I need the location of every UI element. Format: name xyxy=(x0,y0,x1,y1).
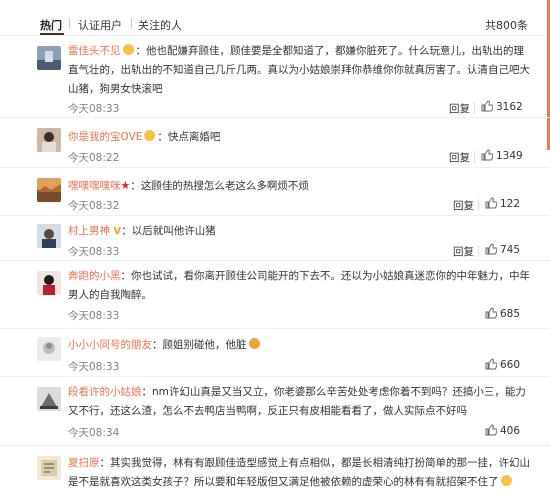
comment-text: 夏扫原：其实我觉得，林有有跟顾佳造型感觉上有点相似，都是长相清纯打扮简单的那一挂… xyxy=(68,454,530,492)
comment-time: 今天08:32 xyxy=(68,200,120,212)
like-button[interactable]: 3162 xyxy=(481,100,523,113)
tab-divider xyxy=(69,18,70,29)
comment-item: 雷佳头不见 ：他也配嫌弃顾佳，顾佳要是全都知道了，都嫌你脏死了。什么玩意儿，出轨出… xyxy=(0,36,550,118)
comment-username[interactable]: 村上男神 xyxy=(68,225,110,237)
comment-text: 雷佳头不见 ：他也配嫌弃顾佳，顾佳要是全都知道了，都嫌你脏死了。什么玩意儿，出轨出… xyxy=(68,42,530,99)
like-count: 406 xyxy=(500,425,521,437)
thumbs-up-icon xyxy=(485,243,498,255)
like-button[interactable]: 1349 xyxy=(481,149,523,162)
comment-item: 段看许的小姑娘：nm许幻山真是又当又立，你老婆那么辛苦处处考虑你着不到吗？还搞小… xyxy=(0,377,550,446)
comment-username[interactable]: 雷佳头不见 xyxy=(68,45,121,57)
like-button[interactable]: 406 xyxy=(485,424,520,437)
comment-list: 雷佳头不见 ：他也配嫌弃顾佳，顾佳要是全都知道了，都嫌你脏死了。什么玩意儿，出轨出… xyxy=(0,36,550,503)
tab-divider xyxy=(131,18,132,29)
comment-body: ：你也试试，看你离开顾佳公司能开的下去不。还以为小姑娘真迷恋你的中年魅力，中年男… xyxy=(68,270,530,301)
tab-following[interactable]: 关注的人 xyxy=(138,17,182,33)
smile-emoji-icon xyxy=(144,130,156,141)
comment-username[interactable]: 奔跑的小黑 xyxy=(68,270,121,282)
reply-button[interactable]: 回复 xyxy=(453,198,474,213)
like-count: 122 xyxy=(500,198,521,210)
comment-item: 夏扫原：其实我觉得，林有有跟顾佳造型感觉上有点相似，都是长相清纯打扮简单的那一挂… xyxy=(0,446,550,503)
comment-time: 今天08:33 xyxy=(68,361,120,373)
thumbs-up-icon xyxy=(485,424,498,436)
smile-emoji-icon xyxy=(500,475,512,486)
avatar[interactable] xyxy=(37,128,61,152)
comment-time: 今天08:22 xyxy=(68,152,120,164)
comment-username[interactable]: 夏扫原 xyxy=(68,457,100,469)
comment-time: 今天08:33 xyxy=(68,246,120,258)
like-button[interactable]: 660 xyxy=(485,358,520,371)
comment-body: ：他也配嫌弃顾佳，顾佳要是全都知道了，都嫌你脏死了。什么玩意儿，出轨出的理直气壮… xyxy=(68,45,530,95)
comment-username[interactable]: 你是我的宝OVE xyxy=(68,131,142,143)
comment-body: ：其实我觉得，林有有跟顾佳造型感觉上有点相似，都是长相清纯打扮简单的那一挂，许幻… xyxy=(68,457,530,488)
like-button[interactable]: 745 xyxy=(485,243,520,256)
comment-text: 村上男神 V：以后就叫他许山猪 xyxy=(68,222,530,241)
total-count: 共800条 xyxy=(485,19,528,32)
comment-text: 奔跑的小黑：你也试试，看你离开顾佳公司能开的下去不。还以为小姑娘真迷恋你的中年魅… xyxy=(68,267,530,305)
thumbs-up-icon xyxy=(485,307,498,319)
action-divider xyxy=(474,102,475,114)
verified-v-icon: V xyxy=(110,226,122,237)
comment-username[interactable]: 嘿嘿嘿嘿咪 xyxy=(68,180,121,192)
tab-verified-users[interactable]: 认证用户 xyxy=(78,17,122,33)
avatar[interactable] xyxy=(37,387,61,411)
action-divider xyxy=(478,245,479,257)
thumbs-up-icon xyxy=(485,358,498,370)
avatar[interactable] xyxy=(37,224,61,248)
comment-text: 段看许的小姑娘：nm许幻山真是又当又立，你老婆那么辛苦处处考虑你着不到吗？还搞小… xyxy=(68,383,530,421)
like-button[interactable]: 685 xyxy=(485,307,520,320)
reply-button[interactable]: 回复 xyxy=(449,150,470,165)
comment-tabs: 热门 认证用户 关注的人 共800条 xyxy=(0,0,550,36)
like-button[interactable]: 122 xyxy=(485,197,520,210)
like-count: 685 xyxy=(500,308,521,320)
thumbs-up-icon xyxy=(485,197,498,209)
comment-time: 今天08:34 xyxy=(68,427,120,439)
avatar[interactable] xyxy=(37,456,61,480)
tab-hot[interactable]: 热门 xyxy=(40,17,62,33)
reply-button[interactable]: 回复 xyxy=(453,244,474,259)
comment-body: ：快点离婚吧 xyxy=(157,131,221,143)
action-divider xyxy=(474,151,475,163)
smile-emoji-icon xyxy=(122,44,134,55)
avatar[interactable] xyxy=(37,337,61,361)
active-tab-indicator xyxy=(40,33,64,35)
comment-text: 你是我的宝OVE ：快点离婚吧 xyxy=(68,128,530,147)
avatar[interactable] xyxy=(37,178,61,202)
star-badge-icon: ★ xyxy=(120,179,131,192)
comment-time: 今天08:33 xyxy=(68,310,120,322)
comment-item: 嘿嘿嘿嘿咪★：这顾佳的热搜怎么老这么多啊烦不烦 今天08:32 回复 122 xyxy=(0,168,550,216)
like-count: 1349 xyxy=(496,150,523,162)
like-count: 3162 xyxy=(496,101,523,113)
comment-body: ：顾姐别碰他，他脏 xyxy=(152,339,247,351)
comment-text: 小小小同号的朋友：顾姐别碰他，他脏 xyxy=(68,336,530,355)
avatar[interactable] xyxy=(37,46,61,70)
reply-button[interactable]: 回复 xyxy=(449,101,470,116)
comment-item: 奔跑的小黑：你也试试，看你离开顾佳公司能开的下去不。还以为小姑娘真迷恋你的中年魅… xyxy=(0,261,550,329)
thumbs-up-icon xyxy=(481,100,494,112)
comment-text: 嘿嘿嘿嘿咪★：这顾佳的热搜怎么老这么多啊烦不烦 xyxy=(68,176,530,196)
comment-username[interactable]: 小小小同号的朋友 xyxy=(68,339,152,351)
comment-item: 村上男神 V：以后就叫他许山猪 回复 745 今天08:33 xyxy=(0,216,550,261)
laugh-emoji-icon xyxy=(248,338,260,349)
action-divider xyxy=(478,199,479,211)
comment-item: 小小小同号的朋友：顾姐别碰他，他脏 今天08:33 660 xyxy=(0,329,550,377)
like-count: 660 xyxy=(500,359,521,371)
comment-body: ：以后就叫他许山猪 xyxy=(121,225,216,237)
comment-time: 今天08:33 xyxy=(68,103,120,115)
comment-body: ：这顾佳的热搜怎么老这么多啊烦不烦 xyxy=(130,180,309,192)
comment-username[interactable]: 段看许的小姑娘 xyxy=(68,386,142,398)
avatar[interactable] xyxy=(37,271,61,295)
comment-item: 你是我的宝OVE ：快点离婚吧 今天08:22 回复 1349 xyxy=(0,118,550,168)
thumbs-up-icon xyxy=(481,149,494,161)
like-count: 745 xyxy=(500,244,521,256)
